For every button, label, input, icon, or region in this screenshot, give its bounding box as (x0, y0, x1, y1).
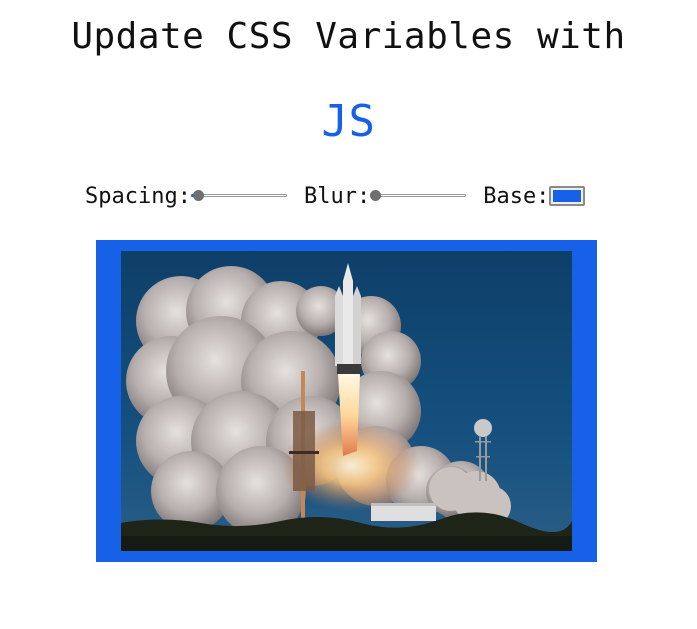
base-control: Base: (483, 183, 586, 209)
blur-control: Blur: (303, 183, 467, 209)
spacing-label: Spacing: (85, 183, 191, 209)
blur-slider-track[interactable] (370, 194, 467, 197)
title-highlight: JS (321, 96, 376, 147)
spacing-slider[interactable] (190, 189, 287, 203)
page-title: Update CSS Variables with JS (0, 14, 697, 145)
blur-label: Blur: (303, 183, 371, 209)
controls-bar: Spacing: Blur: Base: (85, 180, 625, 212)
base-color-swatch[interactable] (553, 190, 582, 202)
spacing-control: Spacing: (85, 184, 287, 209)
blur-slider-thumb[interactable] (370, 190, 382, 201)
blur-slider[interactable] (370, 189, 467, 203)
rocket-launch-photo (121, 251, 572, 551)
base-color-picker[interactable] (549, 186, 586, 206)
base-label: Base: (483, 183, 550, 209)
spacing-slider-track[interactable] (190, 194, 287, 197)
spacing-slider-thumb[interactable] (192, 190, 204, 201)
title-main: Update CSS Variables with (71, 16, 626, 57)
image-frame (96, 240, 597, 562)
